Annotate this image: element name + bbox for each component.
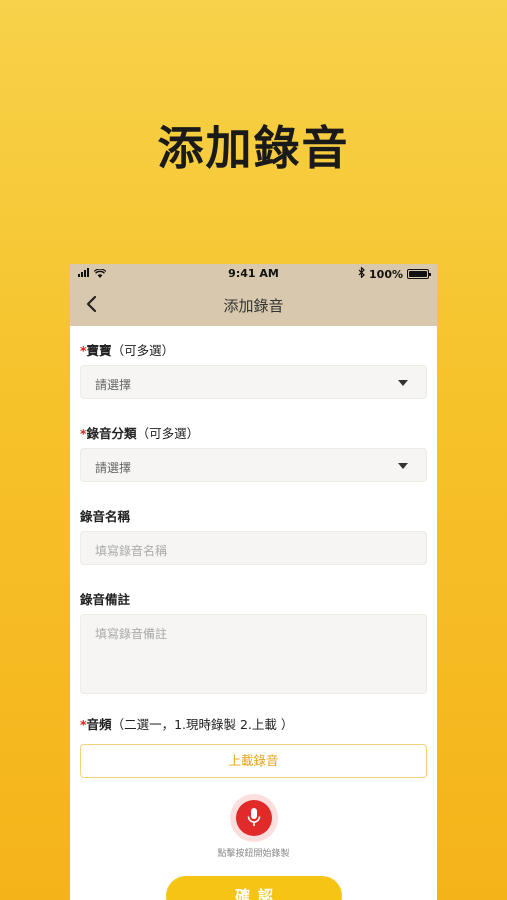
category-label: *錄音分類（可多選）	[80, 423, 427, 441]
baby-label-hint: （可多選）	[111, 343, 175, 358]
name-input[interactable]: 填寫錄音名稱	[80, 531, 427, 565]
baby-label: *寶寶（可多選）	[80, 340, 427, 358]
name-label: 錄音名稱	[80, 506, 427, 524]
baby-label-text: 寶寶	[86, 343, 112, 358]
bluetooth-icon	[358, 266, 365, 281]
category-select-value: 請選擇	[95, 461, 132, 475]
name-label-text: 錄音名稱	[80, 509, 131, 524]
nav-bar: 添加錄音	[70, 284, 437, 326]
battery-icon	[407, 269, 431, 279]
phone-screen: 9:41 AM 100% 添加錄音 *寶寶（可多選） 請選擇 *錄音分類（可多選…	[70, 264, 437, 900]
app-header: 9:41 AM 100% 添加錄音	[70, 264, 437, 326]
record-hint: 點擊按鈕開始錄製	[217, 849, 290, 859]
status-bar: 9:41 AM 100%	[70, 264, 437, 284]
record-button[interactable]	[229, 794, 278, 842]
battery-label: 100%	[369, 267, 403, 281]
nav-title: 添加錄音	[223, 297, 284, 315]
note-label: 錄音備註	[80, 589, 427, 607]
status-right: 100%	[358, 266, 431, 281]
caret-down-icon	[398, 380, 408, 386]
audio-label: *音頻（二選一，1.現時錄製 2.上載 ）	[80, 714, 427, 732]
baby-select[interactable]: 請選擇	[80, 365, 427, 399]
record-area: 點擊按鈕開始錄製	[70, 794, 437, 859]
category-label-text: 錄音分類	[86, 426, 137, 441]
recording-form: *寶寶（可多選） 請選擇 *錄音分類（可多選） 請選擇 錄音名稱 填寫錄音名稱 …	[70, 340, 437, 778]
audio-label-hint: （二選一，1.現時錄製 2.上載 ）	[111, 717, 294, 732]
name-placeholder: 填寫錄音名稱	[95, 544, 168, 558]
caret-down-icon	[398, 463, 408, 469]
category-select[interactable]: 請選擇	[80, 448, 427, 482]
record-button-core[interactable]	[235, 800, 272, 836]
note-placeholder: 填寫錄音備註	[95, 627, 168, 641]
baby-select-value: 請選擇	[95, 378, 132, 392]
note-textarea[interactable]: 填寫錄音備註	[80, 614, 427, 694]
upload-recording-button[interactable]: 上載錄音	[80, 744, 427, 778]
confirm-button[interactable]: 確認	[166, 876, 342, 900]
note-label-text: 錄音備註	[80, 592, 131, 607]
category-label-hint: （可多選）	[136, 426, 200, 441]
hero-title: 添加錄音	[157, 121, 350, 175]
microphone-icon	[247, 808, 260, 826]
audio-label-text: 音頻	[86, 717, 112, 732]
